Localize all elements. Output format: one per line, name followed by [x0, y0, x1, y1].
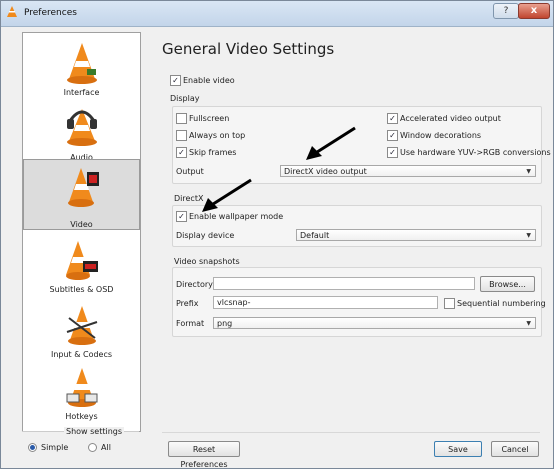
window-title: Preferences — [24, 8, 77, 18]
sequential-numbering-label: Sequential numbering — [457, 299, 546, 308]
output-label: Output — [176, 167, 204, 176]
sidebar-item-label: Interface — [63, 88, 100, 97]
fullscreen-label: Fullscreen — [189, 114, 230, 123]
output-select[interactable]: DirectX video output ▼ — [280, 165, 536, 177]
sidebar-item-label: Input & Codecs — [50, 350, 113, 359]
reset-preferences-button[interactable]: Reset Preferences — [168, 441, 240, 469]
category-sidebar: Interface Audio Video Subtitles & OSD In… — [22, 32, 141, 432]
headphones-cone-icon — [67, 109, 97, 146]
save-button[interactable]: Save — [434, 441, 482, 457]
accelerated-output-checkbox[interactable]: ✓ — [387, 113, 398, 124]
skip-frames-label: Skip frames — [189, 148, 237, 157]
format-label: Format — [176, 319, 205, 328]
display-group-title: Display — [170, 94, 200, 103]
title-bar[interactable] — [1, 1, 553, 27]
show-settings-label: Show settings — [64, 427, 125, 436]
wallpaper-mode-checkbox[interactable]: ✓ — [176, 211, 187, 222]
output-value: DirectX video output — [284, 167, 367, 176]
cancel-button[interactable]: Cancel — [491, 441, 539, 457]
accelerated-output-label: Accelerated video output — [400, 114, 501, 123]
sequential-numbering-checkbox[interactable] — [444, 298, 455, 309]
window-decorations-checkbox[interactable]: ✓ — [387, 130, 398, 141]
display-device-value: Default — [300, 231, 330, 240]
film-cone-icon — [68, 168, 99, 207]
hw-yuv-checkbox[interactable]: ✓ — [387, 147, 398, 158]
display-device-select[interactable]: Default ▼ — [296, 229, 536, 241]
enable-video-label: Enable video — [183, 76, 235, 85]
all-label: All — [101, 443, 111, 452]
annotation-arrow-icon — [306, 126, 356, 160]
sidebar-item-input-codecs[interactable]: Input & Codecs — [23, 298, 140, 360]
sidebar-item-label: Subtitles & OSD — [49, 285, 114, 294]
subtitles-cone-icon — [66, 241, 98, 280]
fullscreen-checkbox[interactable] — [176, 113, 187, 124]
simple-label: Simple — [41, 443, 69, 452]
chevron-down-icon: ▼ — [526, 232, 531, 239]
hw-yuv-label: Use hardware YUV->RGB conversions — [400, 148, 551, 157]
sidebar-item-audio[interactable]: Audio — [23, 99, 140, 162]
close-button[interactable]: x — [518, 3, 550, 19]
format-value: png — [217, 319, 233, 328]
footer-divider — [162, 432, 540, 433]
chevron-down-icon: ▼ — [526, 168, 531, 175]
vlc-cone-icon — [7, 6, 17, 17]
interface-cone-icon — [67, 43, 97, 84]
sidebar-item-label: Hotkeys — [65, 412, 98, 421]
annotation-arrow-icon — [202, 178, 252, 212]
sidebar-item-interface[interactable]: Interface — [23, 37, 140, 99]
sidebar-item-hotkeys[interactable]: Hotkeys — [23, 360, 140, 422]
sidebar-item-video[interactable]: Video — [23, 159, 140, 230]
hotkeys-cone-icon — [66, 368, 98, 407]
format-select[interactable]: png ▼ — [213, 317, 536, 329]
display-device-label: Display device — [176, 231, 235, 240]
enable-video-checkbox[interactable]: ✓ — [170, 75, 181, 86]
sidebar-item-label: Video — [70, 220, 93, 229]
simple-radio[interactable] — [28, 443, 37, 452]
skip-frames-checkbox[interactable]: ✓ — [176, 147, 187, 158]
always-on-top-label: Always on top — [189, 131, 246, 140]
snapshots-group-title: Video snapshots — [174, 257, 240, 266]
directory-input[interactable] — [213, 277, 475, 290]
help-button[interactable]: ? — [493, 3, 519, 19]
window-decorations-label: Window decorations — [400, 131, 482, 140]
chevron-down-icon: ▼ — [526, 320, 531, 327]
page-title: General Video Settings — [162, 40, 335, 58]
directory-label: Directory — [176, 280, 213, 289]
always-on-top-checkbox[interactable] — [176, 130, 187, 141]
prefix-label: Prefix — [176, 299, 199, 308]
all-radio[interactable] — [88, 443, 97, 452]
input-codecs-cone-icon — [66, 306, 98, 345]
browse-button[interactable]: Browse... — [480, 276, 535, 292]
sidebar-item-subtitles-osd[interactable]: Subtitles & OSD — [23, 233, 140, 295]
prefix-input[interactable]: vlcsnap- — [213, 296, 438, 309]
